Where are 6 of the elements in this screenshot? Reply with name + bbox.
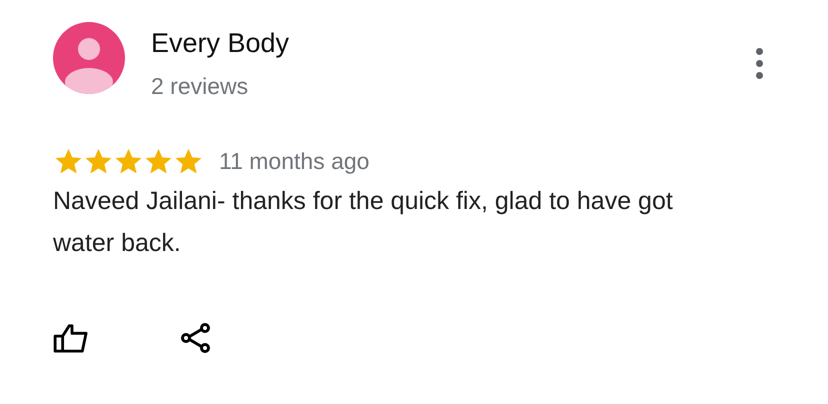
share-icon[interactable]: [180, 322, 212, 354]
review-time: 11 months ago: [219, 148, 370, 175]
review-text: Naveed Jailani- thanks for the quick fix, glad to have got water back.: [53, 186, 674, 259]
avatar-icon: [53, 22, 125, 94]
author-name[interactable]: Every Body: [151, 26, 754, 60]
review-count: 2 reviews: [151, 72, 250, 100]
